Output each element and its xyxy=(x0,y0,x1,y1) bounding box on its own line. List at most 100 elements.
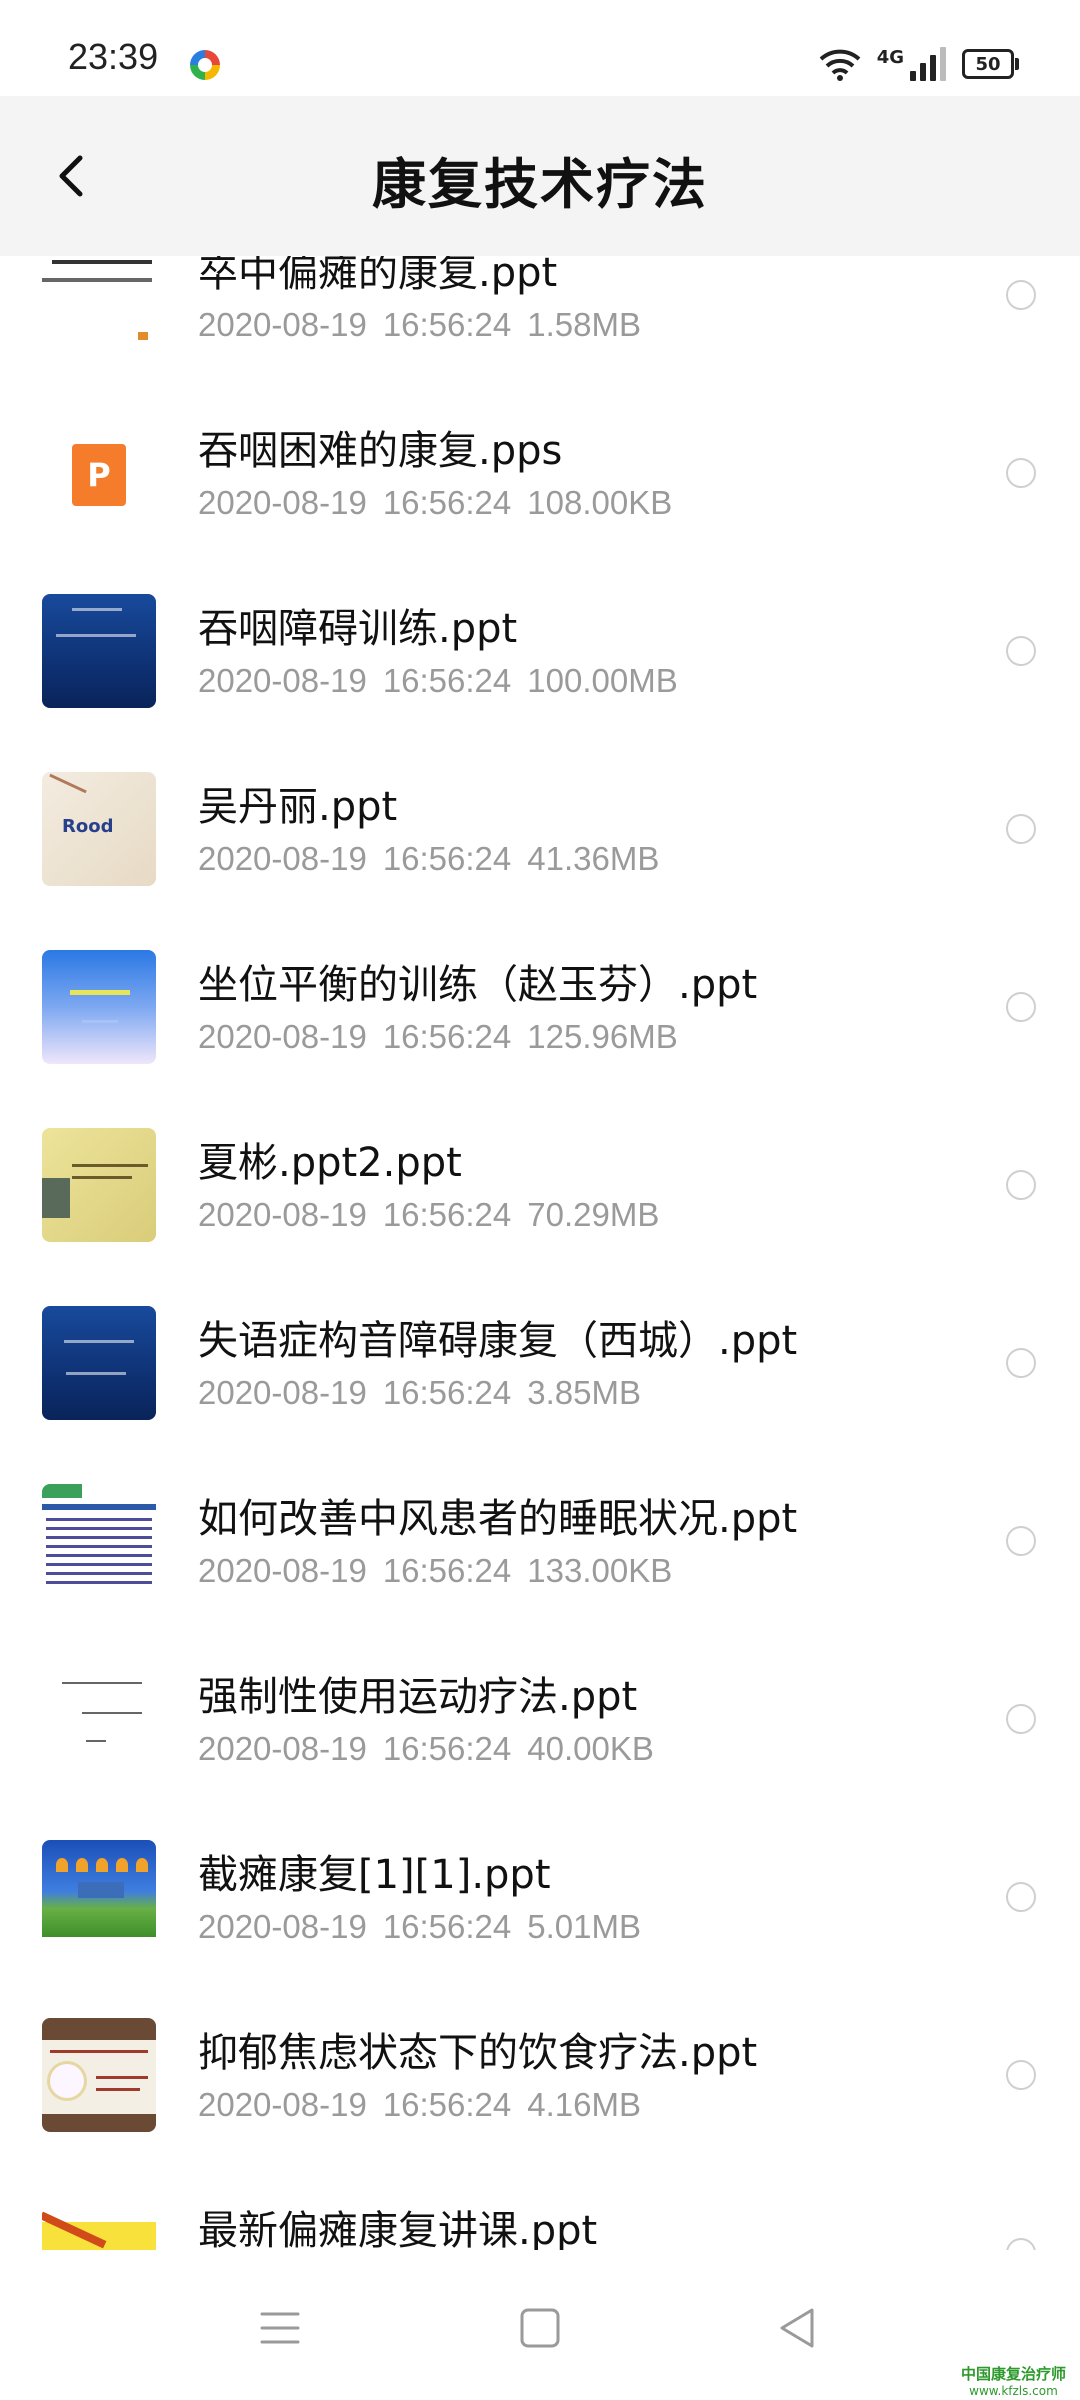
file-meta: 2020-08-19 16:56:24 70.29MB xyxy=(198,1196,659,1234)
file-size: 3.85MB xyxy=(527,1374,642,1411)
presentation-file-icon: P xyxy=(72,444,126,506)
file-thumbnail: Rood xyxy=(42,772,156,886)
watermark-url: www.kfzls.com xyxy=(969,2384,1058,2398)
file-date: 2020-08-19 xyxy=(198,1552,367,1589)
file-row[interactable]: 失语症构音障碍康复（西城）.ppt 2020-08-19 16:56:24 3.85… xyxy=(0,1274,1080,1452)
file-thumbnail: P xyxy=(42,416,156,530)
file-meta: 2020-08-19 16:56:24 3.85MB xyxy=(198,1374,641,1412)
select-radio[interactable] xyxy=(1006,1882,1036,1912)
page-title: 康复技术疗法 xyxy=(372,153,708,216)
battery-level: 50 xyxy=(975,53,1001,75)
file-thumbnail xyxy=(42,2018,156,2132)
select-radio[interactable] xyxy=(1006,814,1036,844)
file-date: 2020-08-19 xyxy=(198,1908,367,1945)
file-size: 4.16MB xyxy=(527,2086,642,2123)
watermark-title: 中国康复治疗师 xyxy=(960,2365,1066,2383)
status-time: 23:39 xyxy=(68,36,159,77)
status-icons: 4G 50 xyxy=(819,44,1019,84)
file-size: 1.58MB xyxy=(527,306,642,343)
file-name: 最新偏瘫康复讲课.ppt xyxy=(198,2208,598,2250)
file-meta: 2020-08-19 16:56:24 4.16MB xyxy=(198,2086,641,2124)
file-name: 坐位平衡的训练（赵玉芬）.ppt xyxy=(198,962,758,1008)
file-time: 16:56:24 xyxy=(382,1908,512,1945)
file-time: 16:56:24 xyxy=(382,306,512,343)
file-row[interactable]: 如何改善中风患者的睡眠状况.ppt 2020-08-19 16:56:24 133.… xyxy=(0,1452,1080,1630)
file-meta: 2020-08-19 16:56:24 108.00KB xyxy=(198,484,672,522)
file-thumbnail xyxy=(42,594,156,708)
select-radio[interactable] xyxy=(1006,1170,1036,1200)
select-radio[interactable] xyxy=(1006,636,1036,666)
file-size: 5.01MB xyxy=(527,1908,642,1945)
file-meta: 2020-08-19 16:56:24 41.36MB xyxy=(198,840,659,878)
file-row[interactable]: 截瘫康复[1][1].ppt 2020-08-19 16:56:24 5.01MB xyxy=(0,1808,1080,1986)
file-size: 70.29MB xyxy=(527,1196,660,1233)
file-size: 41.36MB xyxy=(527,840,660,877)
file-time: 16:56:24 xyxy=(382,484,512,521)
file-date: 2020-08-19 xyxy=(198,306,367,343)
file-size: 125.96MB xyxy=(527,1018,678,1055)
file-name: 夏彬.ppt2.ppt xyxy=(198,1140,462,1186)
file-meta: 2020-08-19 16:56:24 1.58MB xyxy=(198,306,641,344)
file-date: 2020-08-19 xyxy=(198,484,367,521)
file-row[interactable]: 抑郁焦虑状态下的饮食疗法.ppt 2020-08-19 16:56:24 4.16M… xyxy=(0,1986,1080,2164)
select-radio[interactable] xyxy=(1006,1704,1036,1734)
file-name: 失语症构音障碍康复（西城）.ppt xyxy=(198,1318,798,1364)
file-meta: 2020-08-19 16:56:24 5.01MB xyxy=(198,1908,641,1946)
home-square-icon[interactable] xyxy=(512,2300,568,2356)
navigation-bar xyxy=(0,2250,1080,2400)
file-thumbnail xyxy=(42,1128,156,1242)
file-date: 2020-08-19 xyxy=(198,840,367,877)
file-row[interactable]: 夏彬.ppt2.ppt 2020-08-19 16:56:24 70.29MB xyxy=(0,1096,1080,1274)
select-radio[interactable] xyxy=(1006,280,1036,310)
file-name: 吞咽障碍训练.ppt xyxy=(198,606,518,652)
file-date: 2020-08-19 xyxy=(198,2086,367,2123)
file-name: 如何改善中风患者的睡眠状况.ppt xyxy=(198,1496,798,1542)
file-time: 16:56:24 xyxy=(382,1552,512,1589)
file-row[interactable]: 坐位平衡的训练（赵玉芬）.ppt 2020-08-19 16:56:24 125.9… xyxy=(0,918,1080,1096)
file-name: 强制性使用运动疗法.ppt xyxy=(198,1674,638,1720)
select-radio[interactable] xyxy=(1006,1348,1036,1378)
file-row[interactable]: 最新偏瘫康复讲课.ppt xyxy=(0,2164,1080,2250)
file-thumbnail xyxy=(42,1484,156,1598)
file-meta: 2020-08-19 16:56:24 133.00KB xyxy=(198,1552,672,1590)
file-name: 抑郁焦虑状态下的饮食疗法.ppt xyxy=(198,2030,758,2076)
file-row[interactable]: Rood 吴丹丽.ppt 2020-08-19 16:56:24 41.36MB xyxy=(0,740,1080,918)
file-date: 2020-08-19 xyxy=(198,1730,367,1767)
select-radio[interactable] xyxy=(1006,992,1036,1022)
file-row[interactable]: P 吞咽困难的康复.pps 2020-08-19 16:56:24 108.00KB xyxy=(0,384,1080,562)
file-size: 100.00MB xyxy=(527,662,678,699)
file-date: 2020-08-19 xyxy=(198,1374,367,1411)
file-date: 2020-08-19 xyxy=(198,1018,367,1055)
file-date: 2020-08-19 xyxy=(198,662,367,699)
file-time: 16:56:24 xyxy=(382,1730,512,1767)
cellular-signal-icon: 4G xyxy=(877,47,946,81)
file-meta: 2020-08-19 16:56:24 40.00KB xyxy=(198,1730,654,1768)
file-thumbnail xyxy=(42,1662,156,1776)
file-row[interactable]: 强制性使用运动疗法.ppt 2020-08-19 16:56:24 40.00KB xyxy=(0,1630,1080,1808)
wifi-icon xyxy=(819,49,861,81)
menu-icon[interactable] xyxy=(252,2300,308,2356)
file-name: 截瘫康复[1][1].ppt xyxy=(198,1852,551,1898)
select-radio[interactable] xyxy=(1006,458,1036,488)
file-meta: 2020-08-19 16:56:24 125.96MB xyxy=(198,1018,678,1056)
file-list[interactable]: 卒中偏瘫的康复.ppt 2020-08-19 16:56:24 1.58MB P 吞… xyxy=(0,256,1080,2250)
file-row[interactable]: 吞咽障碍训练.ppt 2020-08-19 16:56:24 100.00MB xyxy=(0,562,1080,740)
watermark: 中国康复治疗师 www.kfzls.com xyxy=(961,2366,1066,2400)
select-radio[interactable] xyxy=(1006,1526,1036,1556)
file-time: 16:56:24 xyxy=(382,840,512,877)
file-thumbnail xyxy=(42,2196,156,2250)
back-triangle-icon[interactable] xyxy=(770,2300,826,2356)
app-notification-icon xyxy=(190,50,220,80)
file-name: 卒中偏瘫的康复.ppt xyxy=(198,256,558,296)
file-thumbnail xyxy=(42,256,156,352)
file-size: 133.00KB xyxy=(527,1552,673,1589)
file-date: 2020-08-19 xyxy=(198,1196,367,1233)
file-row[interactable]: 卒中偏瘫的康复.ppt 2020-08-19 16:56:24 1.58MB xyxy=(0,256,1080,384)
file-name: 吞咽困难的康复.pps xyxy=(198,428,563,474)
file-name: 吴丹丽.ppt xyxy=(198,784,398,830)
status-bar: 23:39 4G 50 xyxy=(0,0,1080,96)
file-meta: 2020-08-19 16:56:24 100.00MB xyxy=(198,662,678,700)
file-thumbnail xyxy=(42,950,156,1064)
select-radio[interactable] xyxy=(1006,2060,1036,2090)
select-radio[interactable] xyxy=(1006,2238,1036,2250)
